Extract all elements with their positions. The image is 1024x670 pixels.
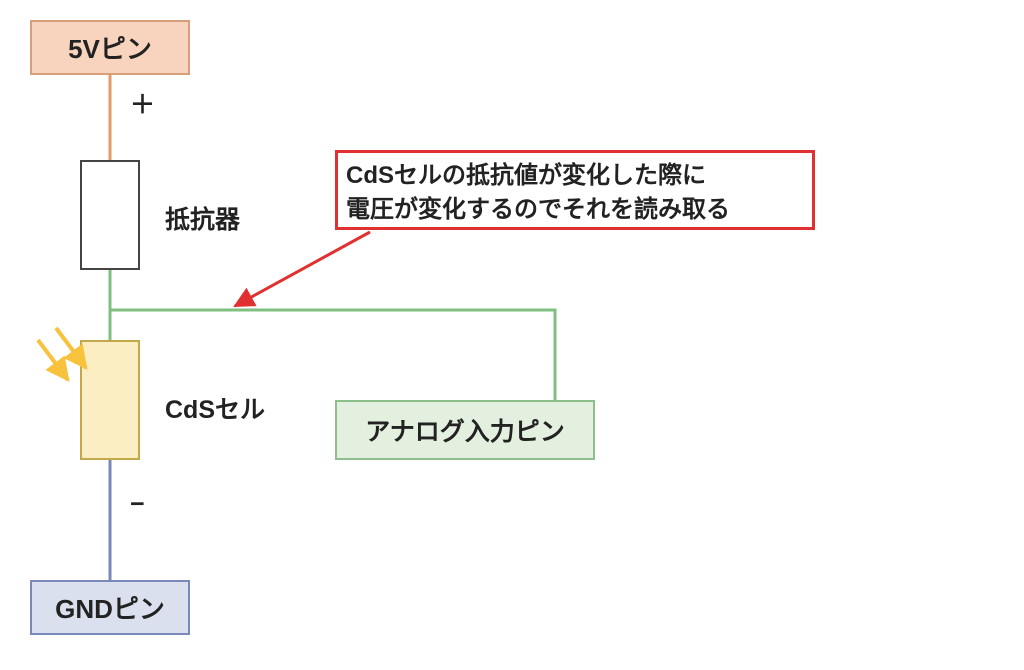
light-arrow-icon	[38, 340, 68, 380]
callout-arrow	[235, 232, 370, 306]
plus-label: ＋	[130, 85, 155, 121]
pin-5v-box: 5Vピン	[30, 20, 190, 75]
wire-junction-to-analog	[110, 310, 555, 400]
resistor-symbol	[80, 160, 140, 270]
cds-cell-symbol	[80, 340, 140, 460]
resistor-label: 抵抗器	[165, 200, 240, 236]
callout-line1: CdSセルの抵抗値が変化した際に	[346, 162, 706, 189]
cds-label: CdSセル	[165, 390, 265, 426]
minus-label: −	[130, 490, 145, 519]
analog-input-box: アナログ入力ピン	[335, 400, 595, 460]
callout-box: CdSセルの抵抗値が変化した際に 電圧が変化するのでそれを読み取る	[335, 150, 815, 230]
callout-line2: 電圧が変化するのでそれを読み取る	[346, 196, 730, 223]
gnd-pin-box: GNDピン	[30, 580, 190, 635]
